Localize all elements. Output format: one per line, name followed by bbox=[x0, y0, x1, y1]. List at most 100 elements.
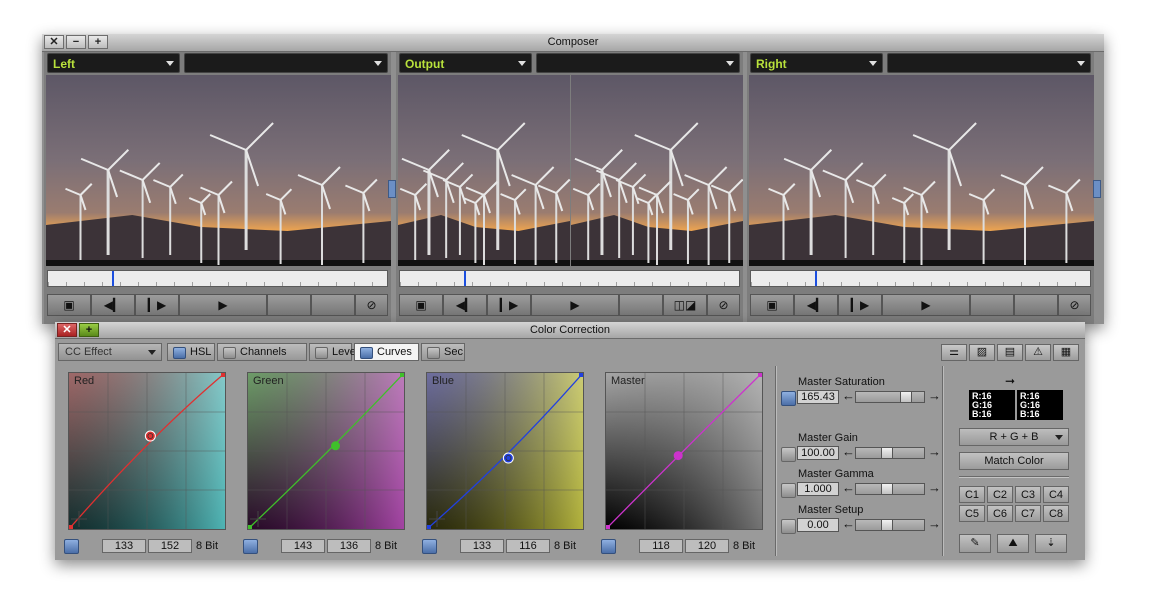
tab-levels[interactable]: Levels bbox=[309, 343, 364, 361]
curve-input-value[interactable]: 133 bbox=[460, 539, 504, 553]
left-secondary-dropdown[interactable] bbox=[184, 53, 388, 73]
play-icon[interactable]: ▶ bbox=[531, 294, 619, 316]
document-icon[interactable]: ▦ bbox=[1053, 344, 1079, 361]
blue-curve-graph[interactable]: Blue bbox=[426, 372, 584, 530]
curve-endpoint[interactable] bbox=[248, 525, 252, 529]
master-gain-checkbox[interactable] bbox=[781, 447, 796, 462]
slider-thumb[interactable] bbox=[881, 483, 893, 495]
arrow-right-icon[interactable]: → bbox=[928, 481, 941, 495]
play-icon[interactable]: ▶ bbox=[882, 294, 970, 316]
curve-input-value[interactable]: 133 bbox=[102, 539, 146, 553]
right-source-dropdown[interactable]: Right bbox=[750, 53, 883, 73]
curve-endpoint[interactable] bbox=[579, 373, 583, 377]
color-correction-titlebar[interactable]: ✕ + Color Correction bbox=[55, 322, 1085, 339]
color-cell-c4[interactable]: C4 bbox=[1043, 486, 1069, 503]
step-back-icon[interactable]: ◀▎ bbox=[794, 294, 838, 316]
toggle-view-icon[interactable]: ▣ bbox=[399, 294, 443, 316]
curve-input-value[interactable]: 143 bbox=[281, 539, 325, 553]
master-setup-checkbox[interactable] bbox=[781, 519, 796, 534]
arrow-left-icon[interactable]: ← bbox=[842, 389, 855, 403]
step-back-icon[interactable]: ◀▎ bbox=[91, 294, 135, 316]
right-secondary-dropdown[interactable] bbox=[887, 53, 1091, 73]
arrow-right-icon[interactable]: → bbox=[928, 445, 941, 459]
curve-control-point[interactable] bbox=[330, 441, 340, 451]
color-cell-c2[interactable]: C2 bbox=[987, 486, 1013, 503]
warning-icon[interactable]: ⚠ bbox=[1025, 344, 1051, 361]
tab-enable-checkbox[interactable] bbox=[223, 347, 236, 359]
arrow-left-icon[interactable]: ← bbox=[842, 481, 855, 495]
step-forward-icon[interactable]: ▎▶ bbox=[135, 294, 179, 316]
empty-button[interactable] bbox=[1014, 294, 1058, 316]
curve-enable-checkbox[interactable] bbox=[64, 539, 79, 554]
tab-enable-checkbox[interactable] bbox=[315, 347, 328, 359]
curve-endpoint[interactable] bbox=[400, 373, 404, 377]
arrow-right-icon[interactable]: → bbox=[928, 517, 941, 531]
histogram-icon[interactable]: ▤ bbox=[997, 344, 1023, 361]
empty-button[interactable] bbox=[619, 294, 663, 316]
source-color-swatch[interactable]: R:16 G:16 B:16 bbox=[969, 390, 1015, 420]
green-curve-canvas[interactable] bbox=[248, 373, 404, 529]
curve-endpoint[interactable] bbox=[758, 373, 762, 377]
tab-sec[interactable]: Sec bbox=[421, 343, 465, 361]
split-view-icon[interactable]: ◫◪ bbox=[663, 294, 707, 316]
step-forward-icon[interactable]: ▎▶ bbox=[838, 294, 882, 316]
left-monitor-frame[interactable] bbox=[46, 75, 391, 266]
curve-control-point[interactable] bbox=[673, 451, 683, 461]
curve-input-value[interactable]: 118 bbox=[639, 539, 683, 553]
download-icon[interactable]: ⇣ bbox=[1035, 534, 1067, 553]
step-forward-icon[interactable]: ▎▶ bbox=[487, 294, 531, 316]
color-cell-c7[interactable]: C7 bbox=[1015, 505, 1041, 522]
left-position-bar[interactable] bbox=[47, 270, 388, 287]
output-secondary-dropdown[interactable] bbox=[536, 53, 740, 73]
position-indicator[interactable] bbox=[464, 271, 467, 286]
curve-control-point[interactable] bbox=[144, 430, 156, 442]
right-position-bar[interactable] bbox=[750, 270, 1091, 287]
master-gain-value[interactable]: 100.00 bbox=[797, 446, 839, 460]
color-cell-c5[interactable]: C5 bbox=[959, 505, 985, 522]
master-setup-value[interactable]: 0.00 bbox=[797, 518, 839, 532]
right-monitor-frame[interactable] bbox=[749, 75, 1094, 266]
tab-enable-checkbox[interactable] bbox=[360, 347, 373, 359]
mountain-icon[interactable]: ⛰ bbox=[997, 534, 1029, 553]
master-saturation-value[interactable]: 165.43 bbox=[797, 390, 839, 404]
master-gamma-slider[interactable] bbox=[855, 483, 925, 495]
red-curve-graph[interactable]: Red bbox=[68, 372, 226, 530]
curve-output-value[interactable]: 152 bbox=[148, 539, 192, 553]
match-color-button[interactable]: Match Color bbox=[959, 452, 1069, 470]
disable-icon[interactable]: ⊘ bbox=[707, 294, 740, 316]
toggle-view-icon[interactable]: ▣ bbox=[47, 294, 91, 316]
play-icon[interactable]: ▶ bbox=[179, 294, 267, 316]
empty-button[interactable] bbox=[267, 294, 311, 316]
position-indicator[interactable] bbox=[815, 271, 818, 286]
master-gamma-value[interactable]: 1.000 bbox=[797, 482, 839, 496]
monitor-splitter-handle[interactable] bbox=[388, 180, 396, 198]
master-setup-slider[interactable] bbox=[855, 519, 925, 531]
left-source-dropdown[interactable]: Left bbox=[47, 53, 180, 73]
master-curve-graph[interactable]: Master bbox=[605, 372, 763, 530]
curve-output-value[interactable]: 120 bbox=[685, 539, 729, 553]
arrow-left-icon[interactable]: ← bbox=[842, 517, 855, 531]
curve-control-point[interactable] bbox=[502, 452, 514, 464]
green-curve-graph[interactable]: Green bbox=[247, 372, 405, 530]
curve-output-value[interactable]: 136 bbox=[327, 539, 371, 553]
master-saturation-slider[interactable] bbox=[855, 391, 925, 403]
tab-channels[interactable]: Channels bbox=[217, 343, 307, 361]
window-resize-handle[interactable] bbox=[1093, 180, 1101, 198]
cc-effect-dropdown[interactable]: CC Effect bbox=[58, 343, 162, 361]
position-indicator[interactable] bbox=[112, 271, 115, 286]
curve-endpoint[interactable] bbox=[69, 525, 73, 529]
composer-titlebar[interactable]: ✕ − + Composer bbox=[42, 34, 1104, 52]
color-cell-c6[interactable]: C6 bbox=[987, 505, 1013, 522]
target-color-swatch[interactable]: R:16 G:16 B:16 bbox=[1017, 390, 1063, 420]
disable-icon[interactable]: ⊘ bbox=[355, 294, 388, 316]
empty-button[interactable] bbox=[311, 294, 355, 316]
slider-thumb[interactable] bbox=[900, 391, 912, 403]
step-back-icon[interactable]: ◀▎ bbox=[443, 294, 487, 316]
curve-enable-checkbox[interactable] bbox=[422, 539, 437, 554]
tab-curves[interactable]: Curves bbox=[354, 343, 419, 361]
color-cell-c1[interactable]: C1 bbox=[959, 486, 985, 503]
disable-icon[interactable]: ⊘ bbox=[1058, 294, 1091, 316]
color-cell-c8[interactable]: C8 bbox=[1043, 505, 1069, 522]
blue-curve-canvas[interactable] bbox=[427, 373, 583, 529]
toggle-view-icon[interactable]: ▣ bbox=[750, 294, 794, 316]
